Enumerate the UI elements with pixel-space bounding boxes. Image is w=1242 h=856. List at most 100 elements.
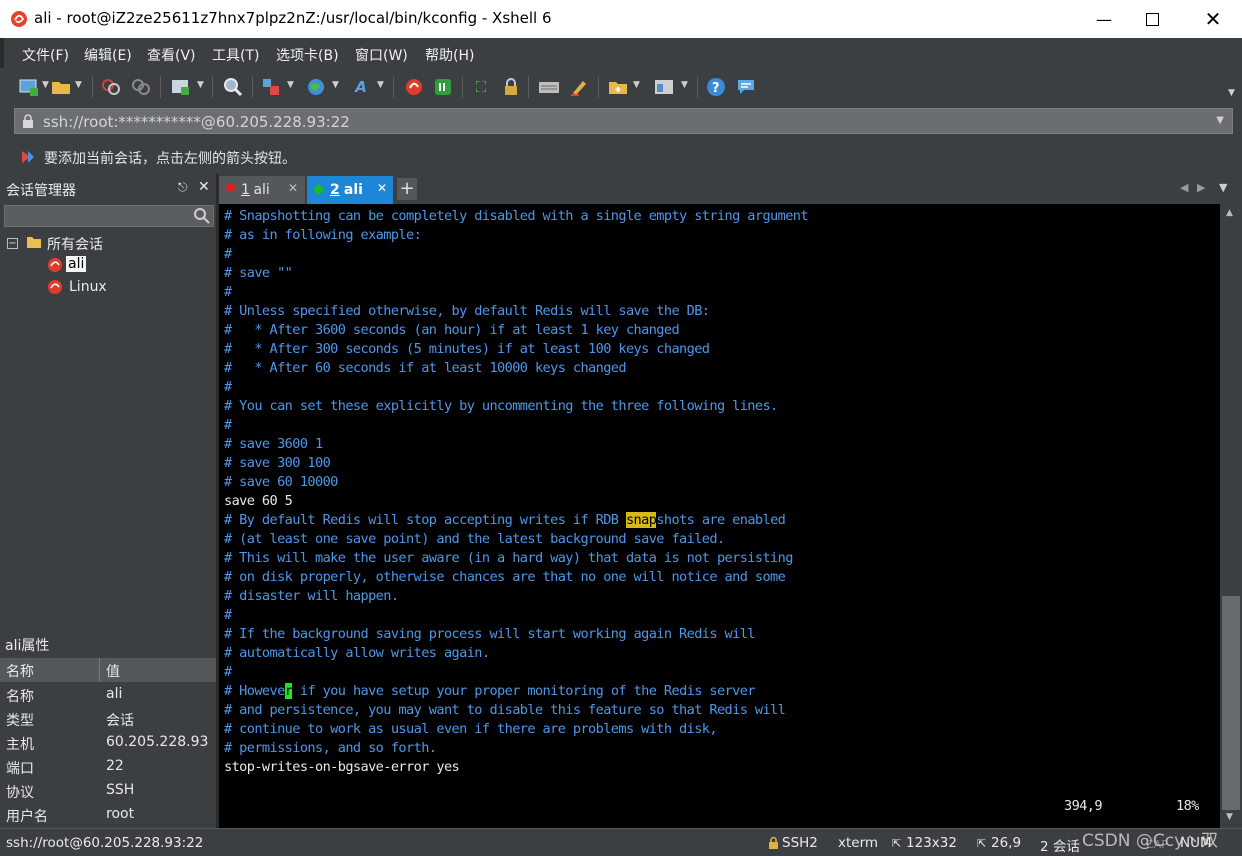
tab-list-icon[interactable]: ▼ (1219, 181, 1227, 194)
search-icon[interactable] (193, 207, 211, 225)
chevron-down-icon[interactable]: ▼ (1216, 115, 1224, 126)
new-session-icon[interactable] (18, 76, 40, 98)
column-divider[interactable] (99, 658, 100, 682)
address-bar[interactable]: ssh://root:***********@60.205.228.93:22 … (14, 108, 1233, 134)
chevron-down-icon[interactable]: ▼ (287, 80, 294, 90)
minimize-button[interactable]: — (1081, 0, 1127, 38)
session-search-input[interactable] (4, 205, 214, 227)
toolbar-separator (598, 76, 599, 98)
close-tab-icon[interactable]: ✕ (377, 181, 387, 195)
open-folder-icon[interactable] (50, 76, 72, 98)
property-row: 端口 22 (0, 755, 216, 779)
transfer-icon[interactable] (260, 76, 282, 98)
menu-help[interactable]: 帮助(H) (425, 45, 474, 65)
terminal-line: # on disk properly, otherwise chances ar… (224, 569, 786, 585)
reconnect-icon[interactable] (170, 76, 192, 98)
tree-item-linux[interactable]: Linux (69, 279, 107, 295)
title-bar: ali - root@iZ2ze25611z7hnx7plpz2nZ:/usr/… (0, 0, 1242, 38)
scroll-up-icon[interactable]: ▲ (1226, 208, 1233, 218)
terminal-line: # If the background saving process will … (224, 626, 755, 642)
terminal-output[interactable]: # Snapshotting can be completely disable… (219, 204, 1220, 828)
menu-window[interactable]: 窗口(W) (355, 45, 408, 65)
toolbar-overflow-icon[interactable]: ▼ (1228, 88, 1235, 98)
help-icon[interactable]: ? (705, 76, 727, 98)
connect-icon[interactable] (100, 76, 122, 98)
hint-bar: 要添加当前会话，点击左侧的箭头按钮。 (0, 140, 1242, 174)
close-icon[interactable]: ✕ (198, 179, 210, 195)
tab-session-1[interactable]: 1 ali ✕ (219, 176, 305, 204)
tab-scroll-right-icon[interactable]: ▶ (1197, 181, 1205, 194)
xshell-icon[interactable] (403, 76, 425, 98)
menu-file[interactable]: 文件(F) (22, 45, 69, 65)
keyboard-icon[interactable] (538, 76, 560, 98)
find-icon[interactable] (222, 76, 244, 98)
lock-icon (769, 836, 778, 849)
address-input[interactable]: ssh://root:***********@60.205.228.93:22 (43, 113, 350, 131)
chevron-down-icon[interactable]: ▼ (197, 80, 204, 90)
xftp-icon[interactable] (432, 76, 454, 98)
globe-icon[interactable] (305, 76, 327, 98)
chevron-down-icon[interactable]: ▼ (633, 80, 640, 90)
terminal-line: # save "" (224, 265, 293, 281)
scrollbar-thumb[interactable] (1222, 596, 1240, 810)
font-icon[interactable]: A (350, 76, 372, 98)
terminal-line: # (224, 246, 232, 262)
svg-text:?: ? (712, 81, 720, 96)
lock-icon (23, 114, 33, 128)
property-value: SSH (106, 782, 135, 798)
chevron-down-icon[interactable]: ▼ (332, 80, 339, 90)
chevron-down-icon[interactable]: ▼ (681, 80, 688, 90)
maximize-button[interactable] (1129, 0, 1175, 38)
close-tab-icon[interactable]: ✕ (288, 181, 298, 195)
property-value: ali (106, 686, 123, 702)
terminal-line: # * After 60 seconds if at least 10000 k… (224, 360, 627, 376)
tab-session-2[interactable]: 2 ali ✕ (307, 176, 393, 204)
status-dot-icon (314, 185, 323, 194)
terminal-line: # You can set these explicitly by uncomm… (224, 398, 778, 414)
menu-edit[interactable]: 编辑(E) (84, 45, 132, 65)
session-manager-title: 会话管理器 (6, 183, 76, 199)
status-size: 123x32 (906, 835, 957, 851)
toolbar-separator (252, 76, 253, 98)
terminal-line: # * After 3600 seconds (an hour) if at l… (224, 322, 680, 338)
collapse-toggle-icon[interactable]: − (7, 238, 18, 249)
lock-icon[interactable] (500, 76, 522, 98)
property-key: 类型 (6, 713, 34, 729)
chevron-down-icon[interactable]: ▼ (42, 80, 49, 90)
status-sessions: 2 会话 (1040, 839, 1080, 855)
layout-icon[interactable] (653, 76, 675, 98)
property-row: 主机 60.205.228.93 (0, 731, 216, 755)
maximize-icon (1145, 12, 1159, 26)
close-window-button[interactable]: ✕ (1190, 0, 1236, 38)
tree-item-ali[interactable]: ali (66, 256, 87, 272)
menu-tools[interactable]: 工具(T) (212, 45, 259, 65)
property-key: 用户名 (6, 809, 48, 825)
fullscreen-icon[interactable]: ⛶ (470, 76, 492, 98)
terminal-line: # (224, 379, 232, 395)
chat-icon[interactable] (735, 76, 757, 98)
menu-view[interactable]: 查看(V) (147, 45, 196, 65)
terminal-line: # (224, 417, 232, 433)
pin-icon[interactable]: ⎋ (178, 180, 188, 195)
menu-tabs[interactable]: 选项卡(B) (276, 45, 339, 65)
disconnect-icon[interactable] (130, 76, 152, 98)
scroll-down-icon[interactable]: ▼ (1226, 812, 1233, 822)
resize-icon: ⇱ (892, 837, 902, 850)
status-terminal-type: xterm (838, 835, 879, 851)
tab-scroll-left-icon[interactable]: ◀ (1180, 181, 1188, 194)
add-session-arrow-icon[interactable] (20, 149, 36, 165)
chevron-down-icon[interactable]: ▼ (377, 80, 384, 90)
new-tab-button[interactable]: + (397, 178, 417, 200)
new-folder-icon[interactable] (607, 76, 629, 98)
terminal-line: # save 3600 1 (224, 436, 323, 452)
property-key: 名称 (6, 689, 34, 705)
tree-root-all-sessions[interactable]: 所有会话 (47, 234, 103, 254)
terminal-scrollbar[interactable]: ▲ ▼ (1220, 204, 1242, 828)
property-value: 60.205.228.93 (106, 734, 209, 750)
session-manager-panel: 会话管理器 ⎋ ✕ − 所有会话 ali Linux (0, 174, 216, 628)
column-header-name[interactable]: 名称 (6, 661, 34, 681)
plus-icon: + (399, 178, 415, 199)
highlight-icon[interactable] (568, 76, 590, 98)
chevron-down-icon[interactable]: ▼ (75, 80, 82, 90)
column-header-value[interactable]: 值 (106, 661, 120, 681)
